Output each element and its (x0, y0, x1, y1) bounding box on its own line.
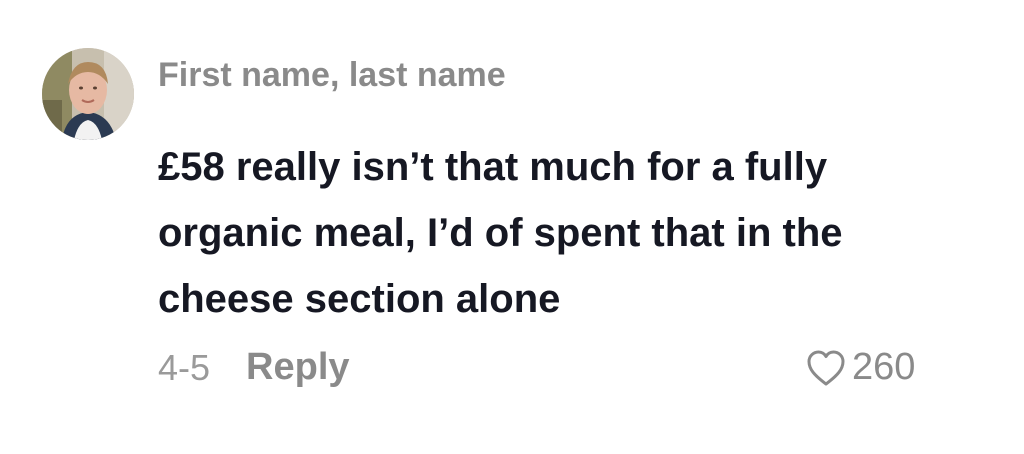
heart-outline-icon[interactable] (806, 349, 846, 387)
reply-button[interactable]: Reply (246, 346, 349, 389)
avatar[interactable] (42, 48, 134, 140)
comment-meta: 4-5 Reply (158, 346, 350, 389)
avatar-photo-icon (42, 48, 134, 140)
comment-item: First name, last name £58 really isn’t t… (0, 0, 1024, 454)
comment-author[interactable]: First name, last name (158, 56, 506, 95)
comment-text-line: organic meal, I’d of spent that in the (158, 211, 843, 255)
like-count: 260 (852, 346, 916, 388)
comment-text-line: £58 really isn’t that much for a fully (158, 145, 828, 189)
like-button[interactable]: 260 (806, 346, 915, 389)
comment-text: £58 really isn’t that much for a fully o… (158, 134, 958, 332)
comment-text-line: cheese section alone (158, 277, 561, 321)
comment-date: 4-5 (158, 346, 211, 388)
